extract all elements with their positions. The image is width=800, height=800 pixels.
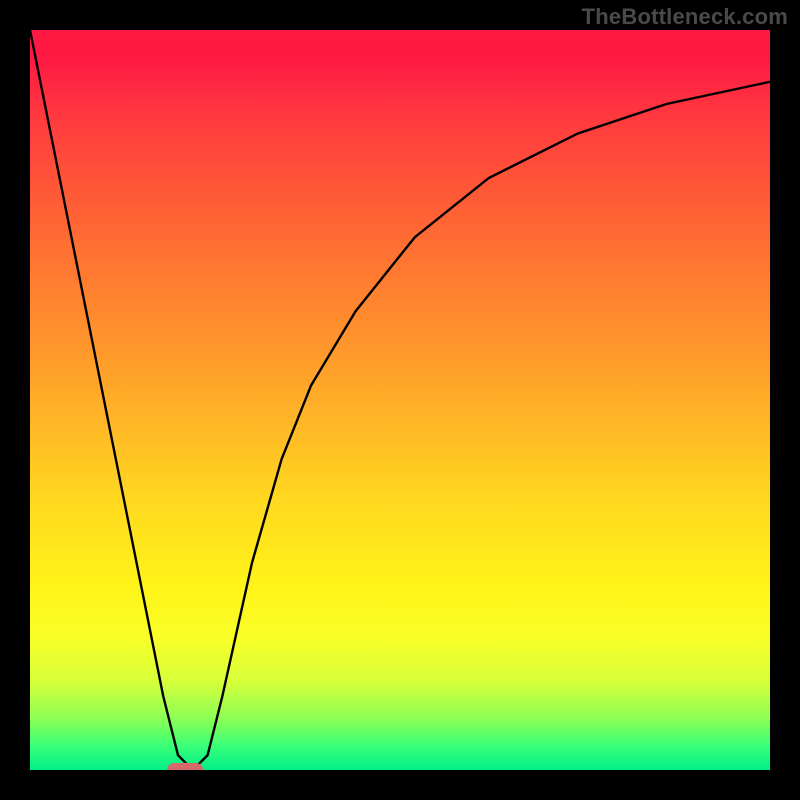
watermark-text: TheBottleneck.com [582, 4, 788, 30]
optimal-marker [167, 763, 203, 770]
curve-path [30, 30, 770, 770]
bottleneck-curve [30, 30, 770, 770]
plot-area [30, 30, 770, 770]
chart-frame: TheBottleneck.com [0, 0, 800, 800]
